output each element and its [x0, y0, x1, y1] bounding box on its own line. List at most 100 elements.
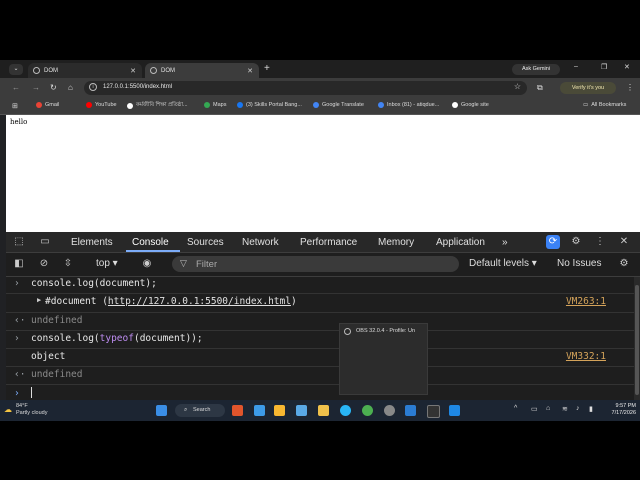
active-tab-indicator	[126, 250, 180, 252]
close-tab-icon[interactable]: ✕	[130, 67, 136, 75]
maximize-button[interactable]: ❐	[601, 63, 607, 71]
weather-icon[interactable]: ☁	[4, 405, 12, 414]
apps-grid-icon[interactable]: ⊞	[12, 102, 18, 110]
devtools-menu-icon[interactable]: ⋮	[593, 235, 607, 249]
windows-start-icon[interactable]	[156, 405, 167, 416]
bookmark-google-translate[interactable]: Google Translate	[313, 102, 364, 108]
file-explorer-icon[interactable]	[318, 405, 329, 416]
bookmark-google-site[interactable]: Google site	[452, 102, 489, 108]
source-link[interactable]: VM332:1	[566, 351, 606, 362]
bookmark-maps[interactable]: Maps	[204, 102, 226, 108]
console-log-document[interactable]: #document (http://127.0.0.1:5500/index.h…	[45, 296, 297, 307]
weather-widget[interactable]: 84°F Partly cloudy	[16, 403, 48, 416]
vscode-icon[interactable]	[449, 405, 460, 416]
clear-console-icon[interactable]: ⊘	[37, 257, 51, 271]
tab-dom-1[interactable]: DOM ✕	[28, 63, 142, 78]
minimize-button[interactable]: –	[574, 63, 578, 70]
brave-icon[interactable]	[232, 405, 243, 416]
close-window-button[interactable]: ✕	[624, 63, 630, 71]
return-arrow-icon: ‹·	[14, 369, 26, 380]
verify-profile-button[interactable]: Verify it's you	[560, 82, 616, 94]
terminal-icon[interactable]	[427, 405, 440, 418]
bookmark-gmail[interactable]: Gmail	[36, 102, 59, 108]
tab-dom-2[interactable]: DOM ✕	[145, 63, 259, 78]
outlook-icon[interactable]	[405, 405, 416, 416]
eye-icon[interactable]: ◉	[140, 257, 154, 271]
document-url-link[interactable]: http://127.0.0.1:5500/index.html	[108, 296, 291, 307]
devtools-tab-elements[interactable]: Elements	[71, 237, 113, 248]
filter-icon: ▽	[180, 258, 187, 268]
chrome-icon[interactable]	[362, 405, 373, 416]
devtools-tab-memory[interactable]: Memory	[378, 237, 414, 248]
log-levels-dropdown[interactable]: Default levels ▾	[469, 258, 537, 269]
devtools-tab-console[interactable]: Console	[132, 237, 169, 248]
menu-kebab-icon[interactable]: ⋮	[626, 83, 634, 92]
bookmark-star-icon[interactable]: ☆	[514, 82, 521, 91]
chat-icon[interactable]: ▭	[531, 405, 538, 413]
settings-gear-icon[interactable]: ⚙	[569, 235, 583, 249]
console-settings-icon[interactable]: ⇳	[61, 257, 75, 271]
context-selector[interactable]: top ▾	[96, 258, 118, 269]
gmail-icon	[36, 102, 42, 108]
issues-button[interactable]: No Issues	[557, 258, 601, 269]
devtools-tab-sources[interactable]: Sources	[187, 237, 224, 248]
windows-taskbar: ☁ 84°F Partly cloudy Search ⌕ ^ ▭ ⌂ ≋ ♪ …	[0, 400, 640, 421]
translate-icon	[313, 102, 319, 108]
folder-icon: ▭	[583, 102, 589, 108]
wifi-icon[interactable]: ≋	[562, 405, 568, 413]
site-info-icon[interactable]: i	[89, 83, 97, 91]
back-icon[interactable]: ←	[12, 83, 20, 92]
sidebar-toggle-icon[interactable]: ◧	[12, 257, 26, 271]
bookmark-youtube[interactable]: YouTube	[86, 102, 117, 108]
console-return-value: undefined	[31, 315, 83, 326]
devtools-tab-network[interactable]: Network	[242, 237, 279, 248]
tray-overflow-icon[interactable]: ^	[514, 405, 517, 412]
inspect-element-icon[interactable]: ⬚	[12, 235, 26, 249]
filter-input[interactable]: ▽ Filter	[172, 256, 459, 272]
maps-icon	[204, 102, 210, 108]
volume-icon[interactable]: ♪	[576, 405, 580, 412]
source-link[interactable]: VM263:1	[566, 296, 606, 307]
page-viewport: hello	[6, 115, 640, 232]
devtools-tab-performance[interactable]: Performance	[300, 237, 357, 248]
address-bar[interactable]: i 127.0.0.1:5500/index.html ☆	[84, 81, 527, 95]
device-toolbar-icon[interactable]: ▭	[38, 235, 52, 249]
settings-gear-icon[interactable]: ⚙	[617, 257, 631, 271]
bookmark-karmojibi[interactable]: কর্মজীবি শিক্ষা প্রতিষ্ঠা...	[127, 102, 188, 110]
close-devtools-icon[interactable]: ✕	[617, 235, 631, 249]
ai-assistance-icon[interactable]: ⟳	[546, 235, 560, 249]
scrollbar-thumb[interactable]	[635, 285, 639, 395]
globe-icon	[33, 67, 40, 74]
ask-gemini-button[interactable]: Ask Gemini	[512, 64, 560, 75]
console-return-row: ‹· undefined	[6, 367, 634, 385]
youtube-icon	[86, 102, 92, 108]
console-input-row: › console.log(document);	[6, 277, 634, 294]
app-icon[interactable]	[274, 405, 285, 416]
browser-window: ⌄ DOM ✕ DOM ✕ + Ask Gemini – ❐ ✕ ← → ↻ ⌂…	[0, 60, 640, 421]
extensions-icon[interactable]: ⧉	[537, 83, 543, 93]
photos-icon[interactable]	[296, 405, 307, 416]
taskbar-clock[interactable]: 9:57 PM 7/17/2026	[600, 403, 636, 417]
edge-icon[interactable]	[340, 405, 351, 416]
taskbar-search[interactable]: Search	[175, 404, 225, 417]
facebook-icon	[237, 102, 243, 108]
page-body-text: hello	[10, 118, 28, 126]
tab-search-button[interactable]: ⌄	[9, 64, 23, 75]
forward-icon[interactable]: →	[32, 83, 40, 92]
obs-icon[interactable]	[384, 405, 395, 416]
close-tab-icon[interactable]: ✕	[247, 67, 253, 75]
all-bookmarks[interactable]: ▭ All Bookmarks	[583, 102, 626, 108]
more-tabs-icon[interactable]: »	[502, 237, 508, 248]
bookmark-inbox[interactable]: Inbox (81) - atiqdue...	[378, 102, 439, 108]
reload-icon[interactable]: ↻	[50, 83, 57, 92]
expand-triangle-icon[interactable]: ▶	[37, 296, 41, 304]
lock-icon[interactable]: ⌂	[546, 405, 550, 412]
bookmark-skills-portal[interactable]: (3) Skills Portal Bang...	[237, 102, 302, 108]
battery-icon[interactable]: ▮	[589, 405, 593, 413]
url-text[interactable]: 127.0.0.1:5500/index.html	[103, 84, 172, 90]
home-icon[interactable]: ⌂	[68, 83, 73, 92]
store-icon[interactable]	[254, 405, 265, 416]
devtools-tab-application[interactable]: Application	[436, 237, 485, 248]
obs-taskbar-preview[interactable]: OBS 32.0.4 - Profile: Un	[339, 323, 428, 395]
new-tab-button[interactable]: +	[264, 64, 270, 74]
